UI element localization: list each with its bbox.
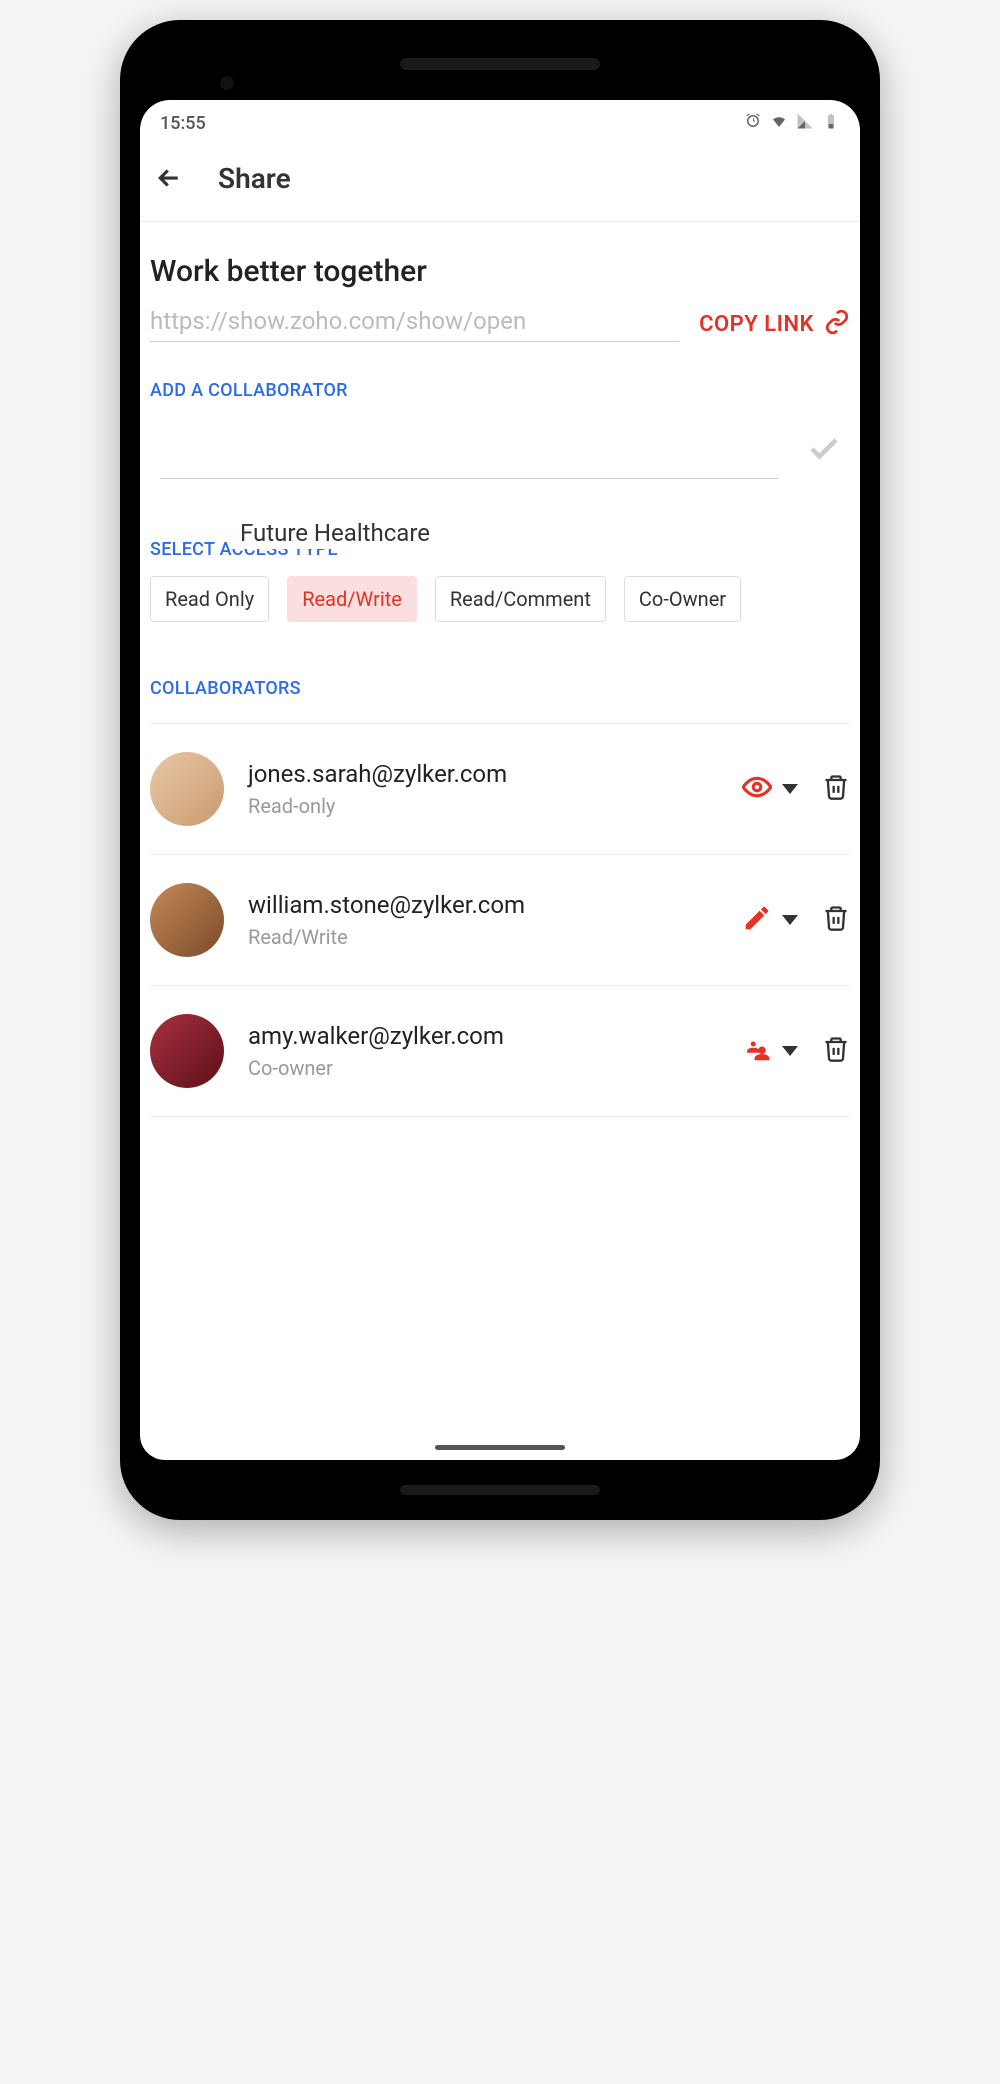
collaborator-info: william.stone@zylker.com Read/Write (248, 891, 718, 949)
confirm-collaborator-button[interactable] (798, 423, 850, 479)
avatar (150, 1014, 224, 1088)
chevron-down-icon (782, 784, 798, 794)
share-link-row: https://show.zoho.com/show/open COPY LIN… (150, 307, 850, 342)
collaborator-row: amy.walker@zylker.com Co-owner (150, 986, 850, 1117)
collaborator-info: jones.sarah@zylker.com Read-only (248, 760, 718, 818)
share-heading: Work better together (150, 222, 850, 307)
app-bar: Share (140, 141, 860, 222)
people-icon (742, 1034, 772, 1068)
share-link-text[interactable]: https://show.zoho.com/show/open (150, 307, 679, 342)
phone-bottom-speaker (400, 1485, 600, 1495)
collaborators-label: COLLABORATORS (150, 678, 850, 699)
screen: 15:55 Share (140, 100, 860, 1460)
collaborator-email: william.stone@zylker.com (248, 891, 718, 919)
link-icon (824, 309, 850, 341)
collaborator-role: Co-owner (248, 1056, 718, 1080)
avatar (150, 752, 224, 826)
phone-frame: 15:55 Share (120, 20, 880, 1520)
status-icons (744, 112, 840, 135)
wifi-icon (770, 112, 788, 135)
access-pill-read-comment[interactable]: Read/Comment (435, 576, 606, 622)
collaborator-email: jones.sarah@zylker.com (248, 760, 718, 788)
access-type-group: Read Only Read/Write Read/Comment Co-Own… (150, 576, 850, 622)
battery-icon (822, 112, 840, 135)
permission-dropdown[interactable] (742, 772, 798, 806)
status-time: 15:55 (160, 113, 206, 134)
add-collaborator-row (150, 411, 850, 489)
tooltip-filename: Future Healthcare (230, 517, 440, 549)
nav-handle[interactable] (435, 1445, 565, 1450)
eye-icon (742, 772, 772, 806)
copy-link-label: COPY LINK (699, 312, 814, 337)
collaborator-role: Read/Write (248, 925, 718, 949)
signal-icon (796, 112, 814, 135)
status-bar: 15:55 (140, 100, 860, 141)
collaborator-email: amy.walker@zylker.com (248, 1022, 718, 1050)
access-pill-read-write[interactable]: Read/Write (287, 576, 417, 622)
avatar (150, 883, 224, 957)
permission-dropdown[interactable] (742, 1034, 798, 1068)
copy-link-button[interactable]: COPY LINK (699, 309, 850, 341)
back-button[interactable] (150, 159, 188, 197)
phone-camera (220, 76, 234, 90)
collaborator-info: amy.walker@zylker.com Co-owner (248, 1022, 718, 1080)
collaborator-role: Read-only (248, 794, 718, 818)
collaborator-row: jones.sarah@zylker.com Read-only (150, 723, 850, 855)
collaborators-list: jones.sarah@zylker.com Read-only (150, 723, 850, 1117)
collaborator-row: william.stone@zylker.com Read/Write (150, 855, 850, 986)
access-pill-read-only[interactable]: Read Only (150, 576, 269, 622)
permission-dropdown[interactable] (742, 903, 798, 937)
alarm-icon (744, 112, 762, 135)
page-title: Share (218, 162, 291, 195)
add-collaborator-label: ADD A COLLABORATOR (150, 380, 850, 401)
delete-collaborator-button[interactable] (822, 773, 850, 805)
chevron-down-icon (782, 1046, 798, 1056)
delete-collaborator-button[interactable] (822, 904, 850, 936)
pencil-icon (742, 903, 772, 937)
delete-collaborator-button[interactable] (822, 1035, 850, 1067)
access-pill-co-owner[interactable]: Co-Owner (624, 576, 741, 622)
chevron-down-icon (782, 915, 798, 925)
phone-speaker (400, 58, 600, 70)
collaborator-input[interactable] (160, 411, 778, 479)
